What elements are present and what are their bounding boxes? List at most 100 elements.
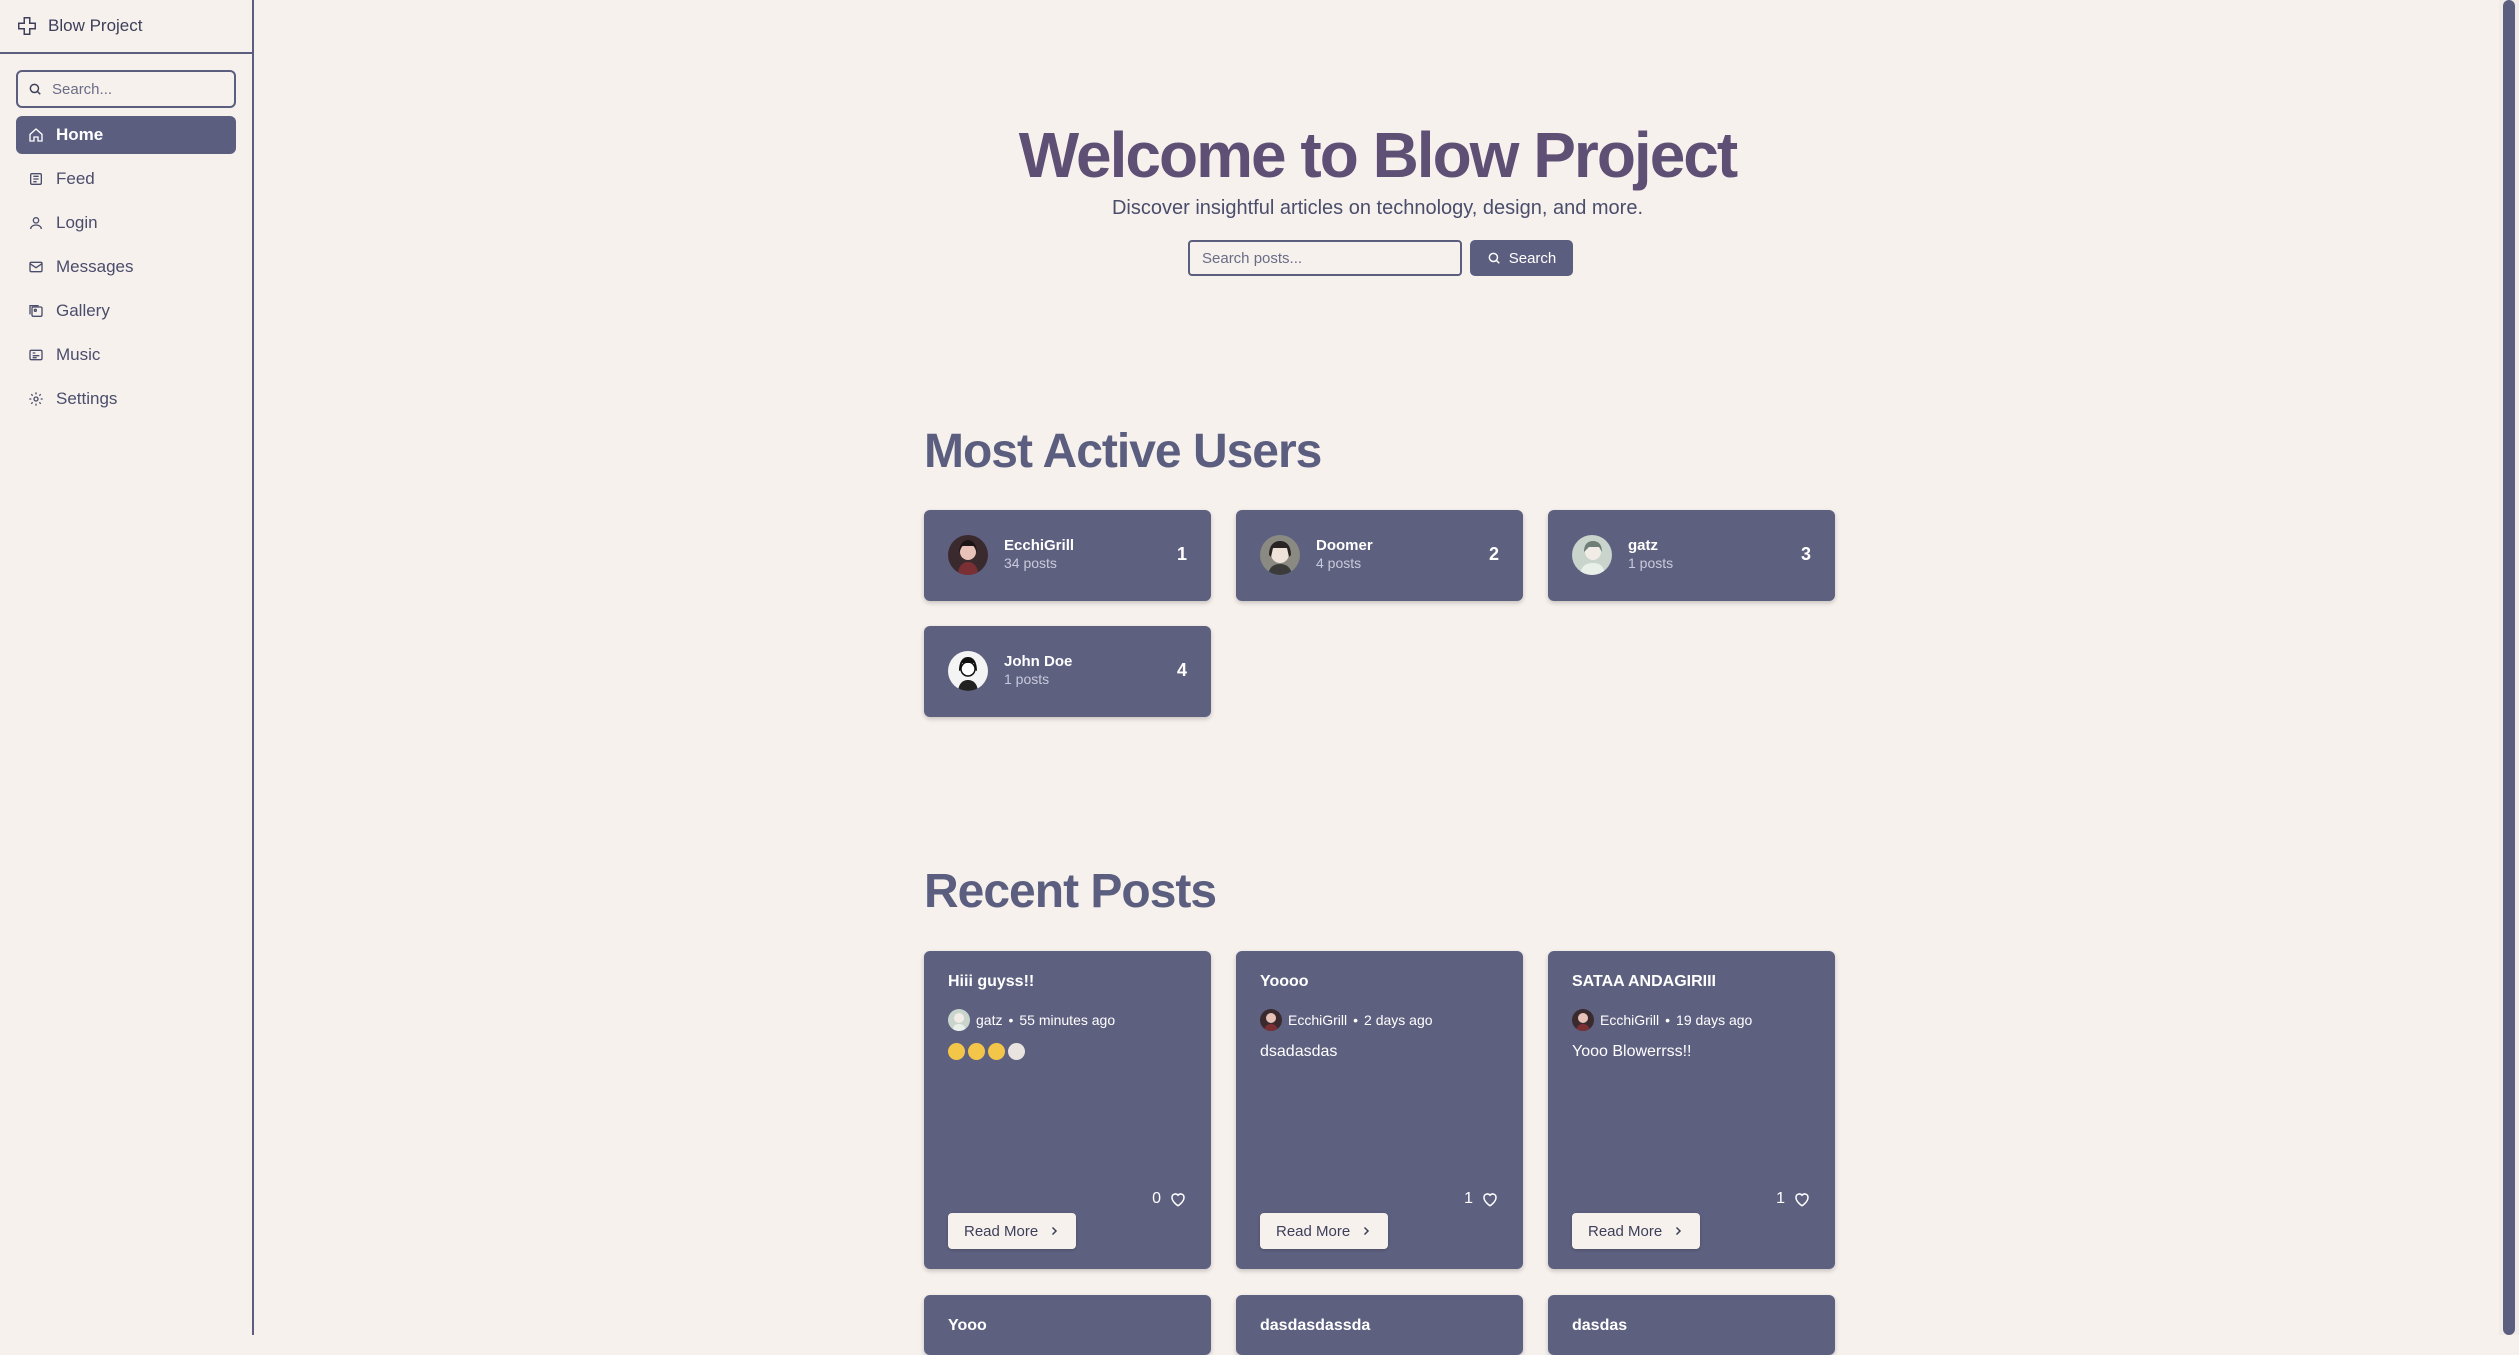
user-name: Doomer — [1316, 537, 1373, 554]
logo-icon — [18, 17, 36, 35]
sidebar-item-gallery[interactable]: Gallery — [16, 292, 236, 330]
sidebar-item-home[interactable]: Home — [16, 116, 236, 154]
sidebar-item-music[interactable]: Music — [16, 336, 236, 374]
chevron-right-icon — [1676, 1226, 1682, 1236]
post-search-input[interactable] — [1200, 248, 1454, 268]
sidebar-item-label: Settings — [56, 389, 118, 408]
user-card[interactable]: John Doe 1 posts 4 — [924, 626, 1211, 717]
sidebar-item-messages[interactable]: Messages — [16, 248, 236, 286]
like-count: 1 — [1464, 1190, 1473, 1207]
user-card[interactable]: gatz 1 posts 3 — [1548, 510, 1835, 601]
post-card[interactable]: Yooo — [924, 1295, 1211, 1355]
user-post-count: 4 posts — [1316, 555, 1362, 571]
read-more-label: Read More — [964, 1222, 1039, 1240]
author-avatar — [948, 1009, 970, 1031]
sidebar-search[interactable] — [16, 70, 236, 108]
sidebar-item-feed[interactable]: Feed — [16, 160, 236, 198]
post-time: 19 days ago — [1676, 1012, 1753, 1028]
hero-subtitle: Discover insightful articles on technolo… — [1111, 197, 1643, 219]
like-count: 0 — [1152, 1190, 1161, 1207]
read-more-button[interactable]: Read More — [1260, 1213, 1389, 1249]
heart-icon — [1795, 1193, 1809, 1207]
sidebar-item-login[interactable]: Login — [16, 204, 236, 242]
post-title: SATAA ANDAGIRIII — [1572, 973, 1716, 990]
sidebar-search-input[interactable] — [50, 79, 224, 99]
sidebar: Blow Project Home Feed Login Messages Ga… — [0, 0, 254, 1335]
read-more-button[interactable]: Read More — [1572, 1213, 1701, 1249]
post-meta: EcchiGrill • 2 days ago — [1260, 1009, 1433, 1031]
newspaper-icon — [30, 173, 42, 185]
avatar — [948, 535, 988, 575]
brand-name: Blow Project — [48, 16, 143, 35]
post-title: dasdasdassda — [1260, 1317, 1371, 1334]
avatar — [1572, 535, 1612, 575]
post-title: Yooo — [948, 1317, 987, 1334]
post-author[interactable]: EcchiGrill — [1600, 1012, 1659, 1028]
post-body: dsadasdas — [1260, 1043, 1338, 1060]
heart-icon — [1483, 1193, 1497, 1207]
like-count: 1 — [1776, 1190, 1785, 1207]
post-card[interactable]: dasdasdassda — [1236, 1295, 1523, 1355]
user-rank: 2 — [1488, 544, 1499, 564]
sidebar-item-settings[interactable]: Settings — [16, 380, 236, 418]
sidebar-item-label: Gallery — [56, 301, 110, 320]
search-icon — [29, 83, 41, 95]
sidebar-item-label: Home — [56, 125, 104, 144]
read-more-button[interactable]: Read More — [948, 1213, 1077, 1249]
mail-icon — [29, 261, 43, 273]
user-post-count: 34 posts — [1004, 555, 1057, 571]
post-likes[interactable]: 0 — [1152, 1190, 1187, 1208]
chevron-right-icon — [1052, 1226, 1058, 1236]
user-card[interactable]: EcchiGrill 34 posts 1 — [924, 510, 1211, 601]
recent-posts-title: Recent Posts — [924, 865, 1217, 918]
author-avatar — [1572, 1009, 1594, 1031]
sidebar-item-label: Login — [56, 213, 98, 232]
post-card[interactable]: Yoooo EcchiGrill • 2 days ago dsadasdas … — [1236, 951, 1523, 1269]
meta-separator: • — [1665, 1012, 1671, 1028]
sidebar-item-label: Music — [56, 345, 101, 364]
post-card[interactable]: SATAA ANDAGIRIII EcchiGrill • 19 days ag… — [1548, 951, 1835, 1269]
post-likes[interactable]: 1 — [1464, 1190, 1499, 1208]
gear-icon — [29, 392, 43, 406]
post-card[interactable]: Hiii guyss!! gatz • 55 minutes ago 0 Rea… — [924, 951, 1211, 1269]
post-likes[interactable]: 1 — [1776, 1190, 1811, 1208]
sidebar-item-label: Feed — [56, 169, 95, 188]
user-card[interactable]: Doomer 4 posts 2 — [1236, 510, 1523, 601]
meta-separator: • — [1353, 1012, 1359, 1028]
read-more-label: Read More — [1276, 1222, 1351, 1240]
sidebar-nav: Home Feed Login Messages Gallery Music S… — [16, 116, 236, 418]
post-title: Yoooo — [1260, 973, 1309, 990]
avatar — [948, 651, 988, 691]
sidebar-item-label: Messages — [56, 257, 134, 276]
avatar — [1260, 535, 1300, 575]
scrollbar[interactable] — [2499, 0, 2519, 1335]
read-more-label: Read More — [1588, 1222, 1663, 1240]
post-time: 55 minutes ago — [1019, 1012, 1116, 1028]
user-name: John Doe — [1004, 653, 1073, 670]
post-author[interactable]: gatz — [976, 1012, 1002, 1028]
meta-separator: • — [1008, 1012, 1014, 1028]
search-button[interactable]: Search — [1470, 240, 1573, 276]
post-body-emoji — [948, 1043, 1025, 1060]
brand[interactable]: Blow Project — [0, 0, 252, 54]
user-icon — [30, 217, 42, 230]
user-rank: 4 — [1176, 660, 1187, 680]
post-title: Hiii guyss!! — [948, 973, 1035, 990]
post-search-field[interactable] — [1188, 240, 1462, 276]
post-time: 2 days ago — [1364, 1012, 1433, 1028]
user-name: gatz — [1628, 537, 1658, 554]
post-meta: EcchiGrill • 19 days ago — [1572, 1009, 1752, 1031]
post-author[interactable]: EcchiGrill — [1288, 1012, 1347, 1028]
scrollbar-thumb[interactable] — [2503, 0, 2515, 1335]
music-icon — [29, 349, 43, 361]
user-rank: 3 — [1800, 544, 1811, 564]
user-name: EcchiGrill — [1004, 537, 1075, 554]
post-card[interactable]: dasdas — [1548, 1295, 1835, 1355]
images-icon — [29, 305, 43, 317]
hero-title: Welcome to Blow Project — [1018, 119, 1738, 191]
user-post-count: 1 posts — [1004, 671, 1050, 687]
post-title: dasdas — [1572, 1317, 1628, 1334]
post-body: Yooo Blowerrss!! — [1572, 1043, 1692, 1060]
search-icon — [1488, 252, 1500, 264]
heart-icon — [1171, 1193, 1185, 1207]
